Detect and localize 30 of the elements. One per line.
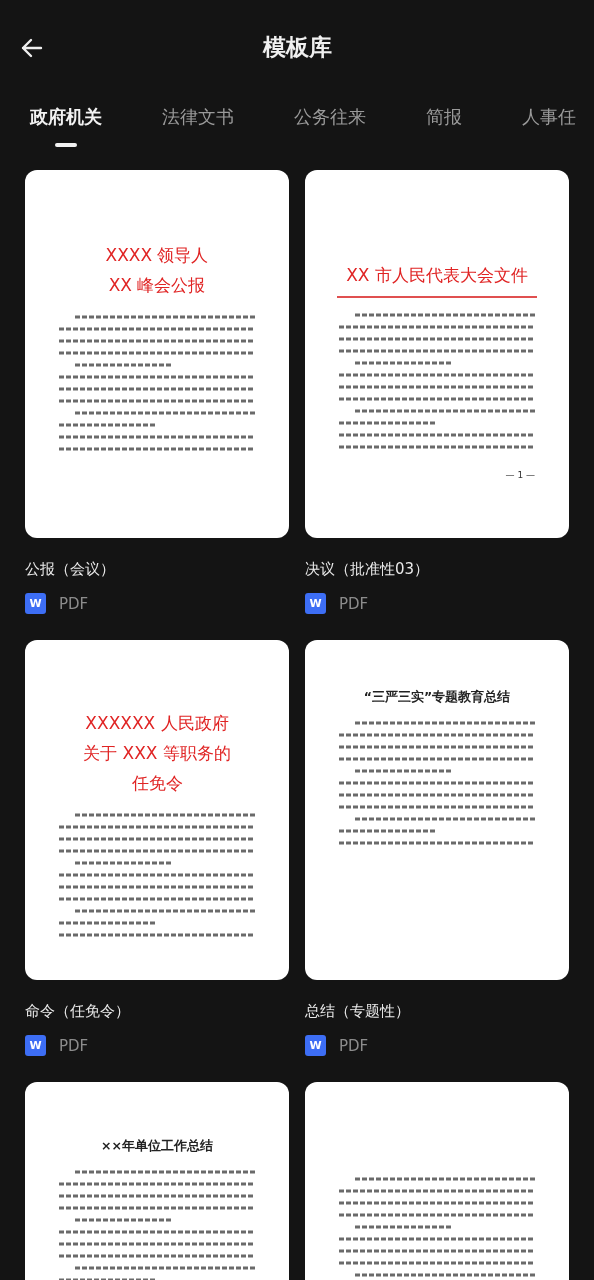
document-heading: “三严三实”专题教育总结 — [363, 688, 511, 706]
word-badge: W — [305, 1035, 326, 1056]
document-heading: XXXX 领导人 XX 峰会公报 — [105, 244, 209, 297]
file-format: PDF — [59, 594, 89, 613]
category-tab[interactable]: 公务往来 — [294, 95, 366, 165]
document-heading: XXXXXX 人民政府 关于 XXX 等职务的 任免令 — [83, 712, 231, 795]
template-name: 决议（批准性03） — [305, 560, 431, 579]
template-name: 总结（专题性） — [305, 1002, 411, 1021]
document-heading: ××年单位工作总结 — [101, 1137, 213, 1155]
category-tab[interactable]: 简报 — [426, 95, 462, 165]
category-tab[interactable]: 政府机关 — [30, 95, 102, 165]
document-heading: XX 市人民代表大会文件 — [346, 264, 528, 287]
word-badge: W — [25, 1035, 46, 1056]
template-name: 公报（会议） — [25, 560, 116, 579]
back-arrow-icon — [20, 36, 44, 60]
template-name: 命令（任免令） — [25, 1002, 131, 1021]
document-thumbnail[interactable]: XXXX 领导人 XX 峰会公报 — [25, 170, 289, 538]
page-title: 模板库 — [262, 33, 332, 62]
file-format: PDF — [339, 594, 369, 613]
document-thumbnail[interactable]: XX 市人民代表大会文件 — 1 — — [305, 170, 569, 538]
word-badge: W — [25, 593, 46, 614]
category-tab[interactable]: 法律文书 — [162, 95, 234, 165]
document-thumbnail[interactable]: XXXXXX 人民政府 关于 XXX 等职务的 任免令 — [25, 640, 289, 980]
word-badge: W — [305, 593, 326, 614]
file-format: PDF — [339, 1036, 369, 1055]
file-format: PDF — [59, 1036, 89, 1055]
category-tab[interactable]: 人事任 — [522, 95, 576, 165]
document-thumbnail[interactable]: ××年单位工作总结 — [25, 1082, 289, 1280]
document-thumbnail[interactable]: “三严三实”专题教育总结 — [305, 640, 569, 980]
page-number: — 1 — — [505, 470, 535, 480]
